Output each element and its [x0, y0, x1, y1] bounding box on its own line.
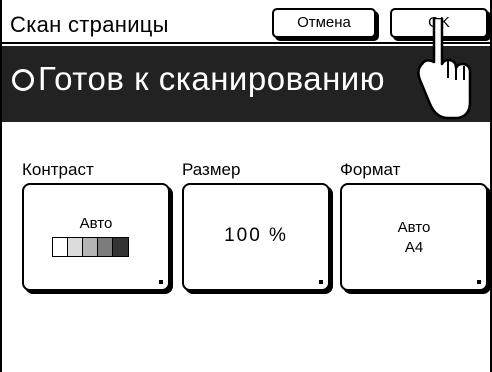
format-value: Авто: [397, 219, 431, 236]
corner-arrow-icon: [319, 280, 323, 284]
contrast-scale-segment: [53, 238, 68, 256]
size-label: Размер: [182, 160, 241, 179]
pointing-hand-icon: [417, 18, 472, 120]
format-button[interactable]: Авто A4: [340, 183, 488, 291]
scan-screen: Скан страницы Отмена OK Готов к сканиров…: [0, 0, 492, 372]
contrast-scale: [52, 237, 129, 257]
size-value: 100 %: [224, 225, 288, 246]
cancel-button[interactable]: Отмена: [272, 8, 376, 38]
contrast-scale-segment: [113, 238, 128, 256]
size-button[interactable]: 100 %: [182, 183, 330, 291]
contrast-scale-segment: [98, 238, 113, 256]
format-paper: A4: [404, 239, 424, 256]
status-ring-icon: [12, 69, 34, 91]
contrast-scale-segment: [68, 238, 83, 256]
contrast-scale-segment: [83, 238, 98, 256]
contrast-label: Контраст: [22, 160, 94, 179]
screen-title: Скан страницы: [10, 12, 169, 37]
format-label: Формат: [340, 160, 401, 179]
contrast-value: Авто: [79, 215, 113, 232]
contrast-button[interactable]: Авто: [22, 183, 170, 291]
corner-arrow-icon: [159, 280, 163, 284]
corner-arrow-icon: [477, 280, 481, 284]
status-text: Готов к сканированию: [38, 60, 385, 97]
